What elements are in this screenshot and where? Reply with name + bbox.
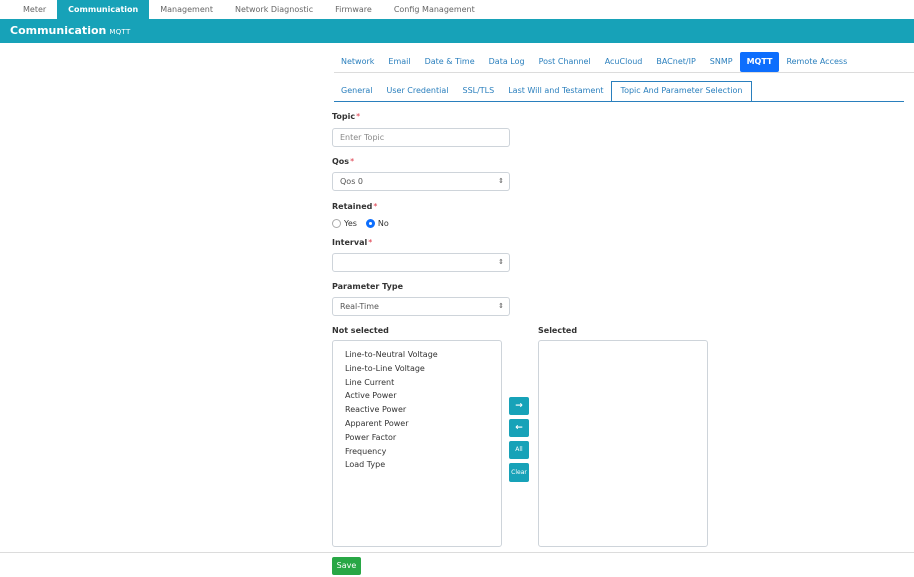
list-item[interactable]: Line Current [345,376,501,390]
list-item[interactable]: Load Type [345,458,501,472]
topic-label: Topic* [332,112,361,121]
nav-item-config-management[interactable]: Config Management [383,0,486,19]
required-mark: * [373,202,378,211]
retained-no-radio[interactable] [365,219,375,228]
tab-bacnet-ip[interactable]: BACnet/IP [649,52,702,72]
nav-item-firmware[interactable]: Firmware [324,0,383,19]
required-mark: * [350,157,355,166]
list-item[interactable]: Reactive Power [345,403,501,417]
list-item[interactable]: Frequency [345,445,501,459]
parameter-type-select[interactable]: Real-Time ⇕ [332,297,510,316]
selected-list[interactable] [538,340,708,547]
page-title-bar: Communication MQTT [0,19,914,43]
top-nav: Meter Communication Management Network D… [0,0,914,19]
qos-select[interactable]: Qos 0 ⇕ [332,172,510,191]
tab-remote-access[interactable]: Remote Access [779,52,854,72]
tab-date-time[interactable]: Date & Time [418,52,482,72]
not-selected-label: Not selected [332,326,389,335]
retained-radio-group: Yes No [332,219,398,228]
page-title: Communication [10,24,107,37]
main-tabs: Network Email Date & Time Data Log Post … [334,52,854,72]
subtab-last-will[interactable]: Last Will and Testament [501,81,610,101]
clear-button[interactable]: Clear [509,463,529,482]
parameter-type-value: Real-Time [340,302,379,311]
move-all-button[interactable]: All [509,441,529,459]
tab-email[interactable]: Email [381,52,417,72]
list-item[interactable]: Line-to-Neutral Voltage [345,348,501,362]
nav-item-network-diagnostic[interactable]: Network Diagnostic [224,0,324,19]
subtabs-divider [334,101,904,102]
select-arrows-icon: ⇕ [498,177,504,185]
nav-item-management[interactable]: Management [149,0,224,19]
list-item[interactable]: Line-to-Line Voltage [345,362,501,376]
retained-yes-radio[interactable] [332,219,341,228]
save-button[interactable]: Save [332,557,361,575]
tab-post-channel[interactable]: Post Channel [532,52,598,72]
parameter-type-label: Parameter Type [332,282,404,291]
list-item[interactable]: Active Power [345,389,501,403]
tab-data-log[interactable]: Data Log [482,52,532,72]
tab-mqtt[interactable]: MQTT [739,52,780,72]
subtab-ssl-tls[interactable]: SSL/TLS [455,81,501,101]
required-mark: * [356,112,361,121]
topic-input[interactable]: Enter Topic [332,128,510,147]
retained-label: Retained* [332,202,378,211]
select-arrows-icon: ⇕ [498,258,504,266]
page-subtitle: MQTT [109,28,131,36]
select-arrows-icon: ⇕ [498,302,504,310]
list-item[interactable]: Power Factor [345,431,501,445]
interval-select[interactable]: ⇕ [332,253,510,272]
tab-acucloud[interactable]: AcuCloud [598,52,650,72]
subtab-general[interactable]: General [334,81,380,101]
subtab-topic-parameter[interactable]: Topic And Parameter Selection [610,81,753,101]
retained-no-label: No [377,219,389,228]
move-right-button[interactable]: → [509,397,529,415]
sub-tabs: General User Credential SSL/TLS Last Wil… [334,81,753,101]
subtab-user-credential[interactable]: User Credential [380,81,456,101]
tab-snmp[interactable]: SNMP [703,52,740,72]
arrow-left-icon: ← [515,423,523,433]
qos-select-value: Qos 0 [340,177,363,186]
move-left-button[interactable]: ← [509,419,529,437]
arrow-right-icon: → [515,401,523,411]
interval-label: Interval* [332,238,373,247]
tabs-divider [334,72,914,73]
qos-label: Qos* [332,157,355,166]
nav-item-communication[interactable]: Communication [57,0,150,19]
nav-item-meter[interactable]: Meter [12,0,57,19]
tab-network[interactable]: Network [334,52,381,72]
not-selected-list[interactable]: Line-to-Neutral Voltage Line-to-Line Vol… [332,340,502,547]
retained-yes-label: Yes [344,219,357,228]
footer-divider [0,552,914,553]
selected-label: Selected [538,326,578,335]
required-mark: * [368,238,373,247]
list-item[interactable]: Apparent Power [345,417,501,431]
